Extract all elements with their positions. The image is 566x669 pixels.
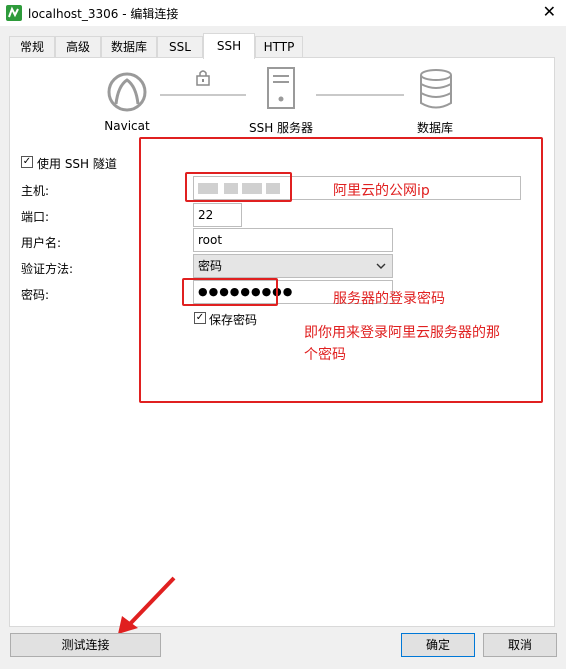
- annotation-password-note: 服务器的登录密码: [333, 291, 445, 307]
- annotation-password-note-line1: 即你用来登录阿里云服务器的那: [304, 325, 500, 341]
- diagram-ssh-server-label: SSH 服务器: [248, 121, 314, 135]
- tab-advanced[interactable]: 高级: [55, 36, 101, 57]
- lock-icon: [196, 70, 210, 86]
- annotation-arrow-icon: [118, 576, 176, 634]
- title-bar: localhost_3306 - 编辑连接 ✕: [0, 0, 566, 26]
- port-label: 端口:: [21, 210, 50, 224]
- navicat-icon: [107, 72, 147, 112]
- database-icon: [420, 69, 452, 109]
- host-label: 主机:: [21, 184, 50, 198]
- navicat-logo-icon: [6, 5, 22, 21]
- tab-ssl[interactable]: SSL: [157, 36, 203, 57]
- ok-button[interactable]: 确定: [401, 633, 475, 657]
- diagram-database-label: 数据库: [416, 121, 453, 135]
- window-title: localhost_3306 - 编辑连接: [28, 7, 179, 21]
- diagram-connector-right: [316, 94, 404, 96]
- cancel-button[interactable]: 取消: [483, 633, 557, 657]
- username-label: 用户名:: [21, 236, 62, 250]
- use-ssh-checkbox[interactable]: ✓: [21, 156, 33, 168]
- tab-database[interactable]: 数据库: [101, 36, 157, 57]
- diagram-connector-left: [160, 94, 246, 96]
- tab-ssh[interactable]: SSH: [203, 33, 255, 59]
- annotation-password-box: [182, 278, 278, 306]
- auth-method-label: 验证方法:: [21, 262, 74, 276]
- test-connection-button[interactable]: 测试连接: [10, 633, 161, 657]
- server-icon: [267, 67, 295, 109]
- password-label: 密码:: [21, 288, 50, 302]
- annotation-host-note: 阿里云的公网ip: [333, 183, 430, 199]
- tab-http[interactable]: HTTP: [255, 36, 303, 57]
- tab-general[interactable]: 常规: [9, 36, 55, 57]
- annotation-host-box: [185, 172, 292, 202]
- close-button[interactable]: ✕: [543, 2, 556, 21]
- use-ssh-label: 使用 SSH 隧道: [37, 157, 117, 171]
- annotation-password-note-line2: 个密码: [304, 347, 346, 363]
- diagram-navicat-label: Navicat: [104, 119, 150, 133]
